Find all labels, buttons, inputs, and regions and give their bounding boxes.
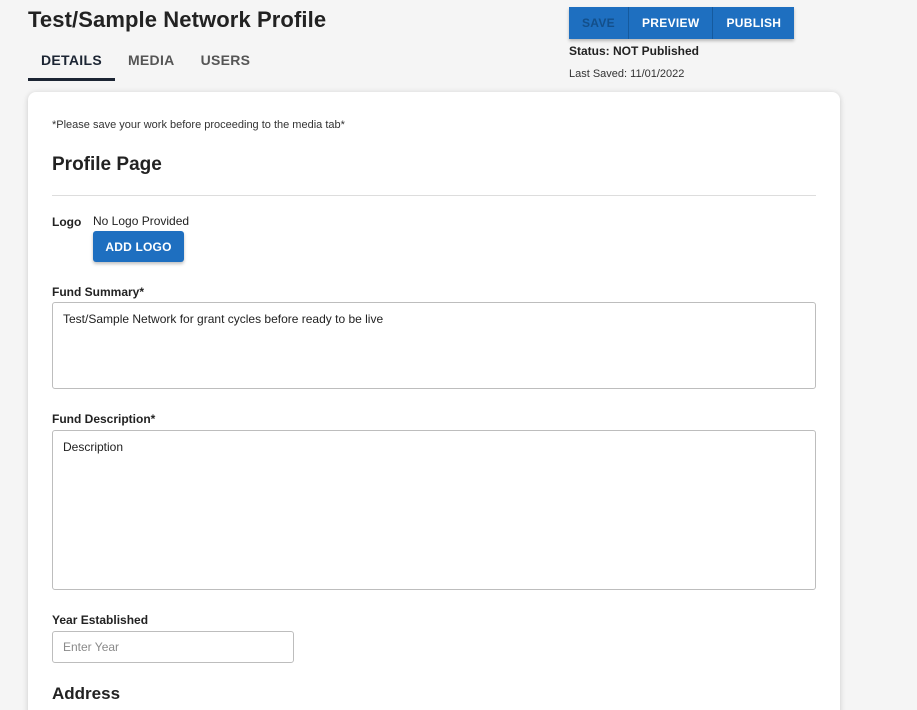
publish-button[interactable]: PUBLISH xyxy=(712,7,795,39)
page-title: Test/Sample Network Profile xyxy=(28,7,327,32)
save-reminder-note: *Please save your work before proceeding… xyxy=(52,119,345,131)
logo-label: Logo xyxy=(52,215,82,229)
section-divider xyxy=(52,195,816,196)
tab-details[interactable]: DETAILS xyxy=(28,52,115,81)
section-title-profile-page: Profile Page xyxy=(52,154,162,175)
fund-description-textarea[interactable] xyxy=(52,430,816,590)
logo-status-text: No Logo Provided xyxy=(93,214,190,228)
year-established-label: Year Established xyxy=(52,613,149,627)
last-saved-timestamp: Last Saved: 11/01/2022 xyxy=(569,68,685,80)
tab-users[interactable]: USERS xyxy=(188,52,264,81)
fund-summary-label: Fund Summary* xyxy=(52,285,145,299)
save-button[interactable]: SAVE xyxy=(569,7,628,39)
preview-button[interactable]: PREVIEW xyxy=(628,7,713,39)
fund-description-label: Fund Description* xyxy=(52,412,156,426)
tab-bar: DETAILS MEDIA USERS xyxy=(28,52,263,81)
tab-media[interactable]: MEDIA xyxy=(115,52,188,81)
year-established-input[interactable] xyxy=(52,631,294,663)
publish-status: Status: NOT Published xyxy=(569,44,700,58)
fund-summary-textarea[interactable] xyxy=(52,302,816,389)
action-button-group: SAVE PREVIEW PUBLISH xyxy=(569,7,795,39)
section-title-address: Address xyxy=(52,684,121,703)
add-logo-button[interactable]: ADD LOGO xyxy=(93,231,184,262)
page: Test/Sample Network Profile DETAILS MEDI… xyxy=(0,0,917,710)
profile-form-card: *Please save your work before proceeding… xyxy=(28,92,840,710)
